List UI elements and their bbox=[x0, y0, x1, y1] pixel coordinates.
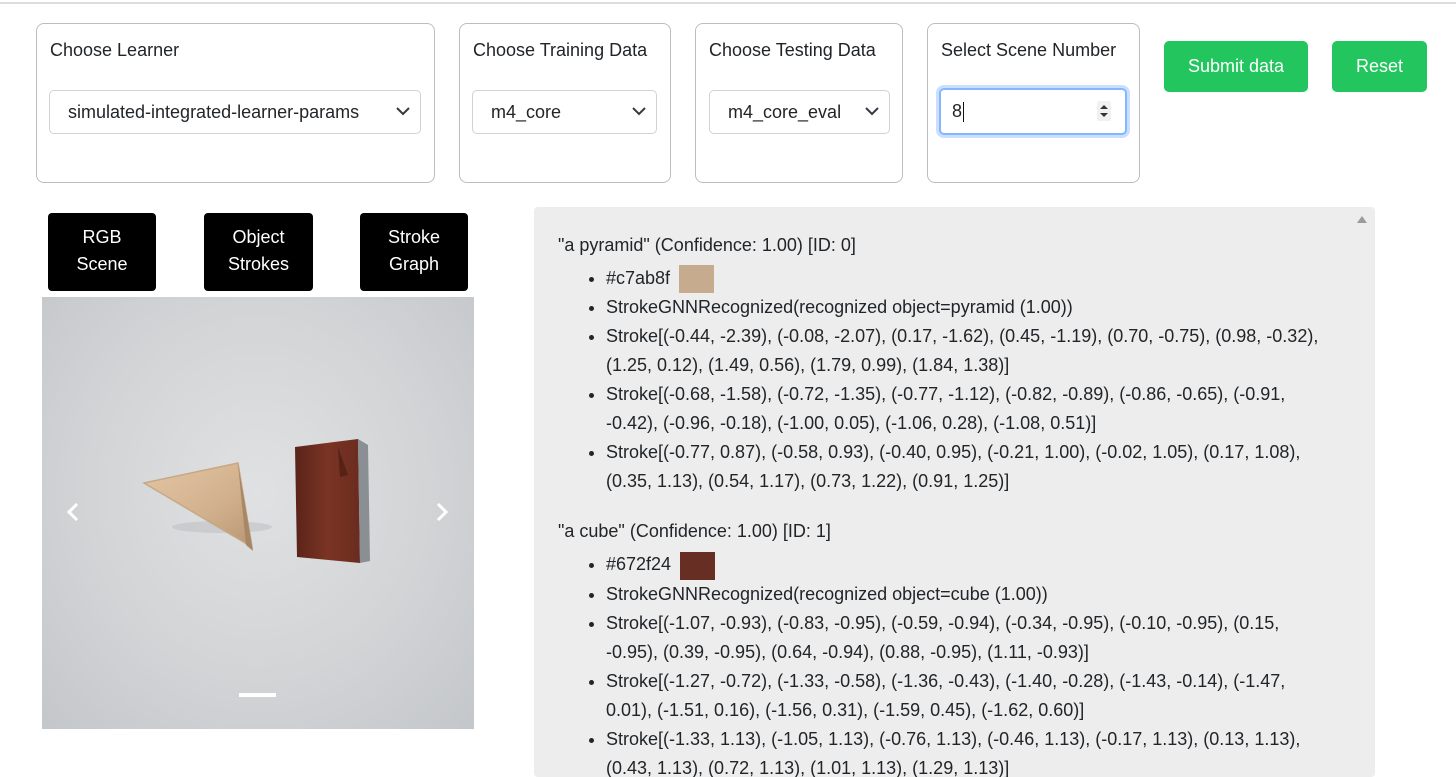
stroke-item: Stroke[(-1.07, -0.93), (-0.83, -0.95), (… bbox=[606, 609, 1328, 667]
training-select-value: m4_core bbox=[491, 102, 561, 122]
scene-number-input[interactable]: 8 bbox=[939, 88, 1127, 135]
scene-label: Select Scene Number bbox=[941, 40, 1116, 61]
pyramid-object bbox=[144, 463, 252, 547]
results-panel[interactable]: "a pyramid" (Confidence: 1.00) [ID: 0] #… bbox=[534, 207, 1375, 777]
spinner-arrows-icon[interactable] bbox=[1097, 101, 1111, 121]
text-caret bbox=[963, 102, 964, 122]
object-strokes-button[interactable]: Object Strokes bbox=[204, 213, 313, 291]
testing-card: Choose Testing Data m4_core_eval bbox=[695, 23, 903, 183]
cube-spine bbox=[358, 439, 370, 563]
color-hex: #c7ab8f bbox=[606, 268, 670, 288]
learner-select[interactable]: simulated-integrated-learner-params bbox=[49, 90, 421, 134]
stroke-item: Stroke[(-0.44, -2.39), (-0.08, -2.07), (… bbox=[606, 322, 1328, 380]
stroke-graph-label-2: Graph bbox=[360, 251, 468, 278]
chevron-right-icon[interactable] bbox=[429, 500, 453, 524]
stroke-item: Stroke[(-0.77, 0.87), (-0.58, 0.93), (-0… bbox=[606, 438, 1328, 496]
testing-select[interactable]: m4_core_eval bbox=[709, 90, 890, 134]
stroke-item: Stroke[(-1.33, 1.13), (-1.05, 1.13), (-0… bbox=[606, 725, 1328, 777]
scene-image bbox=[42, 297, 474, 729]
stroke-graph-label-1: Stroke bbox=[360, 224, 468, 251]
stroke-graph-button[interactable]: Stroke Graph bbox=[360, 213, 468, 291]
recognized-item: StrokeGNNRecognized(recognized object=py… bbox=[606, 293, 1328, 322]
rgb-scene-label-2: Scene bbox=[48, 251, 156, 278]
color-hex: #672f24 bbox=[606, 554, 671, 574]
scene-card: Select Scene Number 8 bbox=[927, 23, 1140, 183]
object-title: "a pyramid" (Confidence: 1.00) [ID: 0] bbox=[558, 231, 1328, 260]
reset-button[interactable]: Reset bbox=[1332, 41, 1427, 92]
training-label: Choose Training Data bbox=[473, 40, 647, 61]
color-item: #c7ab8f bbox=[606, 264, 1328, 293]
color-item: #672f24 bbox=[606, 550, 1328, 579]
learner-card: Choose Learner simulated-integrated-lear… bbox=[36, 23, 435, 183]
carousel-indicator[interactable] bbox=[239, 693, 276, 697]
learner-select-value: simulated-integrated-learner-params bbox=[68, 102, 359, 122]
rgb-scene-label-1: RGB bbox=[48, 224, 156, 251]
recognized-item: StrokeGNNRecognized(recognized object=cu… bbox=[606, 580, 1328, 609]
testing-label: Choose Testing Data bbox=[709, 40, 876, 61]
scene-carousel bbox=[42, 297, 474, 729]
results-content: "a pyramid" (Confidence: 1.00) [ID: 0] #… bbox=[558, 231, 1328, 777]
training-card: Choose Training Data m4_core bbox=[459, 23, 671, 183]
top-divider bbox=[0, 2, 1456, 4]
submit-button[interactable]: Submit data bbox=[1164, 41, 1308, 92]
stroke-item: Stroke[(-1.27, -0.72), (-1.33, -0.58), (… bbox=[606, 667, 1328, 725]
chevron-down-icon bbox=[396, 106, 410, 116]
rgb-scene-button[interactable]: RGB Scene bbox=[48, 213, 156, 291]
testing-select-value: m4_core_eval bbox=[728, 102, 841, 122]
object-title: "a cube" (Confidence: 1.00) [ID: 1] bbox=[558, 517, 1328, 546]
chevron-down-icon bbox=[865, 106, 879, 116]
object-strokes-label-1: Object bbox=[204, 224, 313, 251]
chevron-down-icon bbox=[632, 106, 646, 116]
color-swatch bbox=[679, 265, 714, 293]
scene-number-value: 8 bbox=[952, 101, 962, 121]
chevron-left-icon[interactable] bbox=[62, 500, 86, 524]
scroll-up-icon[interactable] bbox=[1357, 215, 1367, 223]
cube-object bbox=[295, 439, 360, 563]
object-detail-list: #672f24 StrokeGNNRecognized(recognized o… bbox=[558, 550, 1328, 777]
stroke-item: Stroke[(-0.68, -1.58), (-0.72, -1.35), (… bbox=[606, 380, 1328, 438]
learner-label: Choose Learner bbox=[50, 40, 179, 61]
training-select[interactable]: m4_core bbox=[472, 90, 657, 134]
color-swatch bbox=[680, 552, 715, 580]
object-detail-list: #c7ab8f StrokeGNNRecognized(recognized o… bbox=[558, 264, 1328, 496]
object-strokes-label-2: Strokes bbox=[204, 251, 313, 278]
